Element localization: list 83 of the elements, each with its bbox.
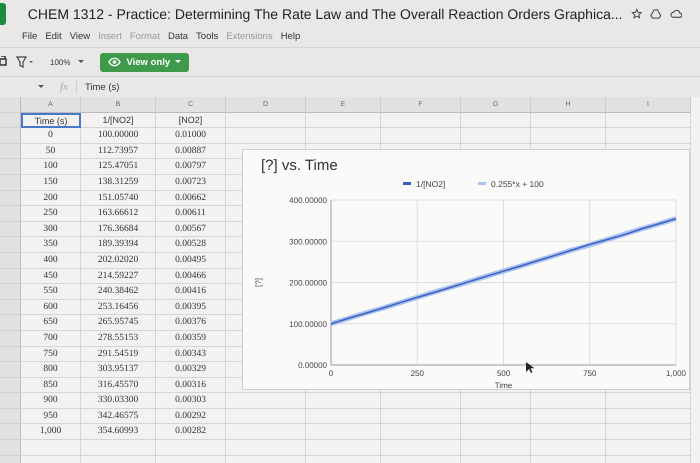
table-cell: 202.02020 — [81, 252, 156, 269]
table-cell: Time (s) — [21, 112, 81, 128]
table-cell: 950 — [21, 408, 81, 424]
table-cell: 0.00611 — [156, 206, 226, 222]
table-cell: 400 — [21, 252, 81, 269]
table-cell: 900 — [21, 393, 81, 409]
table-cell: 189.39394 — [81, 237, 156, 253]
table-cell: 354.60993 — [81, 424, 156, 440]
table-cell: 330.03300 — [81, 393, 156, 409]
table-cell: 0.00466 — [156, 268, 226, 284]
table-cell: 253.16456 — [81, 300, 156, 316]
x-tick-label: 1,000 — [666, 369, 686, 378]
y-tick-label: 400.00000 — [289, 196, 327, 205]
table-cell: 0.01000 — [156, 128, 226, 144]
table-cell: 0.00292 — [156, 408, 226, 424]
table-cell: 750 — [21, 346, 81, 362]
legend-item: 0.255*x + 100 — [478, 179, 544, 189]
table-cell: 0.00359 — [156, 330, 226, 346]
table-cell: 265.95745 — [81, 315, 156, 331]
y-tick-label: 300.00000 — [289, 237, 327, 246]
table-cell: 0.00316 — [156, 378, 226, 394]
table-cell: 1,000 — [21, 424, 81, 440]
table-cell: 50 — [21, 144, 81, 160]
table-cell: 316.45570 — [81, 378, 156, 394]
y-axis-label: [?] — [254, 278, 263, 287]
table-cell: 303.95137 — [81, 362, 156, 378]
table-cell: 250 — [21, 206, 81, 222]
y-tick-label: 0.00000 — [298, 361, 327, 370]
table-cell: 342.46575 — [81, 408, 156, 424]
table-cell: 700 — [21, 330, 81, 346]
legend-item: 1/[NO2] — [403, 179, 446, 189]
legend-label: 1/[NO2] — [416, 179, 446, 189]
table-cell: 200 — [21, 190, 81, 206]
table-cell: 100.00000 — [81, 128, 156, 144]
table-cell: 0.00416 — [156, 284, 226, 300]
table-cell: 125.47051 — [81, 159, 156, 175]
formula-content: Time (s) — [84, 82, 120, 92]
table-cell: 100 — [21, 159, 81, 175]
table-cell: 240.38462 — [81, 284, 156, 300]
x-tick-label: 500 — [496, 369, 510, 378]
table-cell: 176.36684 — [81, 222, 156, 238]
table-cell: 1/[NO2] — [81, 112, 156, 128]
table-cell: 214.59227 — [81, 268, 156, 284]
fx-label: fx — [60, 81, 77, 93]
table-cell: 0.00343 — [156, 346, 226, 362]
table-cell: 0.00662 — [156, 190, 226, 206]
legend-label: 0.255*x + 100 — [491, 179, 544, 189]
x-tick-label: 250 — [410, 369, 424, 378]
table-cell: 0.00797 — [156, 159, 226, 175]
table-cell: 450 — [21, 268, 81, 284]
table-cell: 600 — [21, 300, 81, 316]
table-cell: 151.05740 — [81, 190, 156, 206]
table-cell: 0.00395 — [156, 300, 226, 316]
table-cell: 0.00567 — [156, 222, 226, 238]
x-tick-label: 0 — [328, 369, 334, 378]
table-cell: 138.31259 — [81, 174, 156, 191]
x-tick-label: 750 — [583, 369, 596, 378]
x-axis-label: Time — [494, 381, 512, 390]
table-cell: 300 — [21, 222, 81, 238]
table-cell: 650 — [21, 315, 81, 331]
table-cell: 0 — [21, 128, 81, 144]
table-cell: 800 — [21, 362, 81, 378]
table-cell: 0.00887 — [156, 144, 226, 160]
table-cell: 278.55153 — [81, 330, 156, 346]
chart-title: [?] vs. Time — [261, 157, 338, 174]
table-cell: 550 — [21, 284, 81, 300]
y-tick-label: 200.00000 — [289, 278, 327, 288]
table-cell: 850 — [21, 378, 81, 394]
document-title: CHEM 1312 - Practice: Determining The Rate Law and The Overall Reaction Orders Graphica... — [28, 6, 623, 22]
table-cell: 291.54519 — [81, 346, 156, 362]
table-cell: 0.00329 — [156, 362, 226, 378]
table-cell: 350 — [21, 237, 81, 253]
table-cell: 0.00376 — [156, 315, 226, 331]
table-cell: 0.00723 — [156, 174, 226, 191]
table-cell: 0.00528 — [156, 237, 226, 253]
table-cell: 163.66612 — [81, 206, 156, 222]
table-cell: 0.00495 — [156, 252, 226, 269]
table-cell: 150 — [21, 174, 81, 191]
table-cell: 112.73957 — [81, 144, 156, 160]
table-cell: 0.00303 — [156, 393, 226, 409]
table-cell: [NO2] — [156, 112, 226, 128]
table-cell: 0.00282 — [156, 424, 226, 440]
y-tick-label: 100.00000 — [289, 320, 327, 329]
